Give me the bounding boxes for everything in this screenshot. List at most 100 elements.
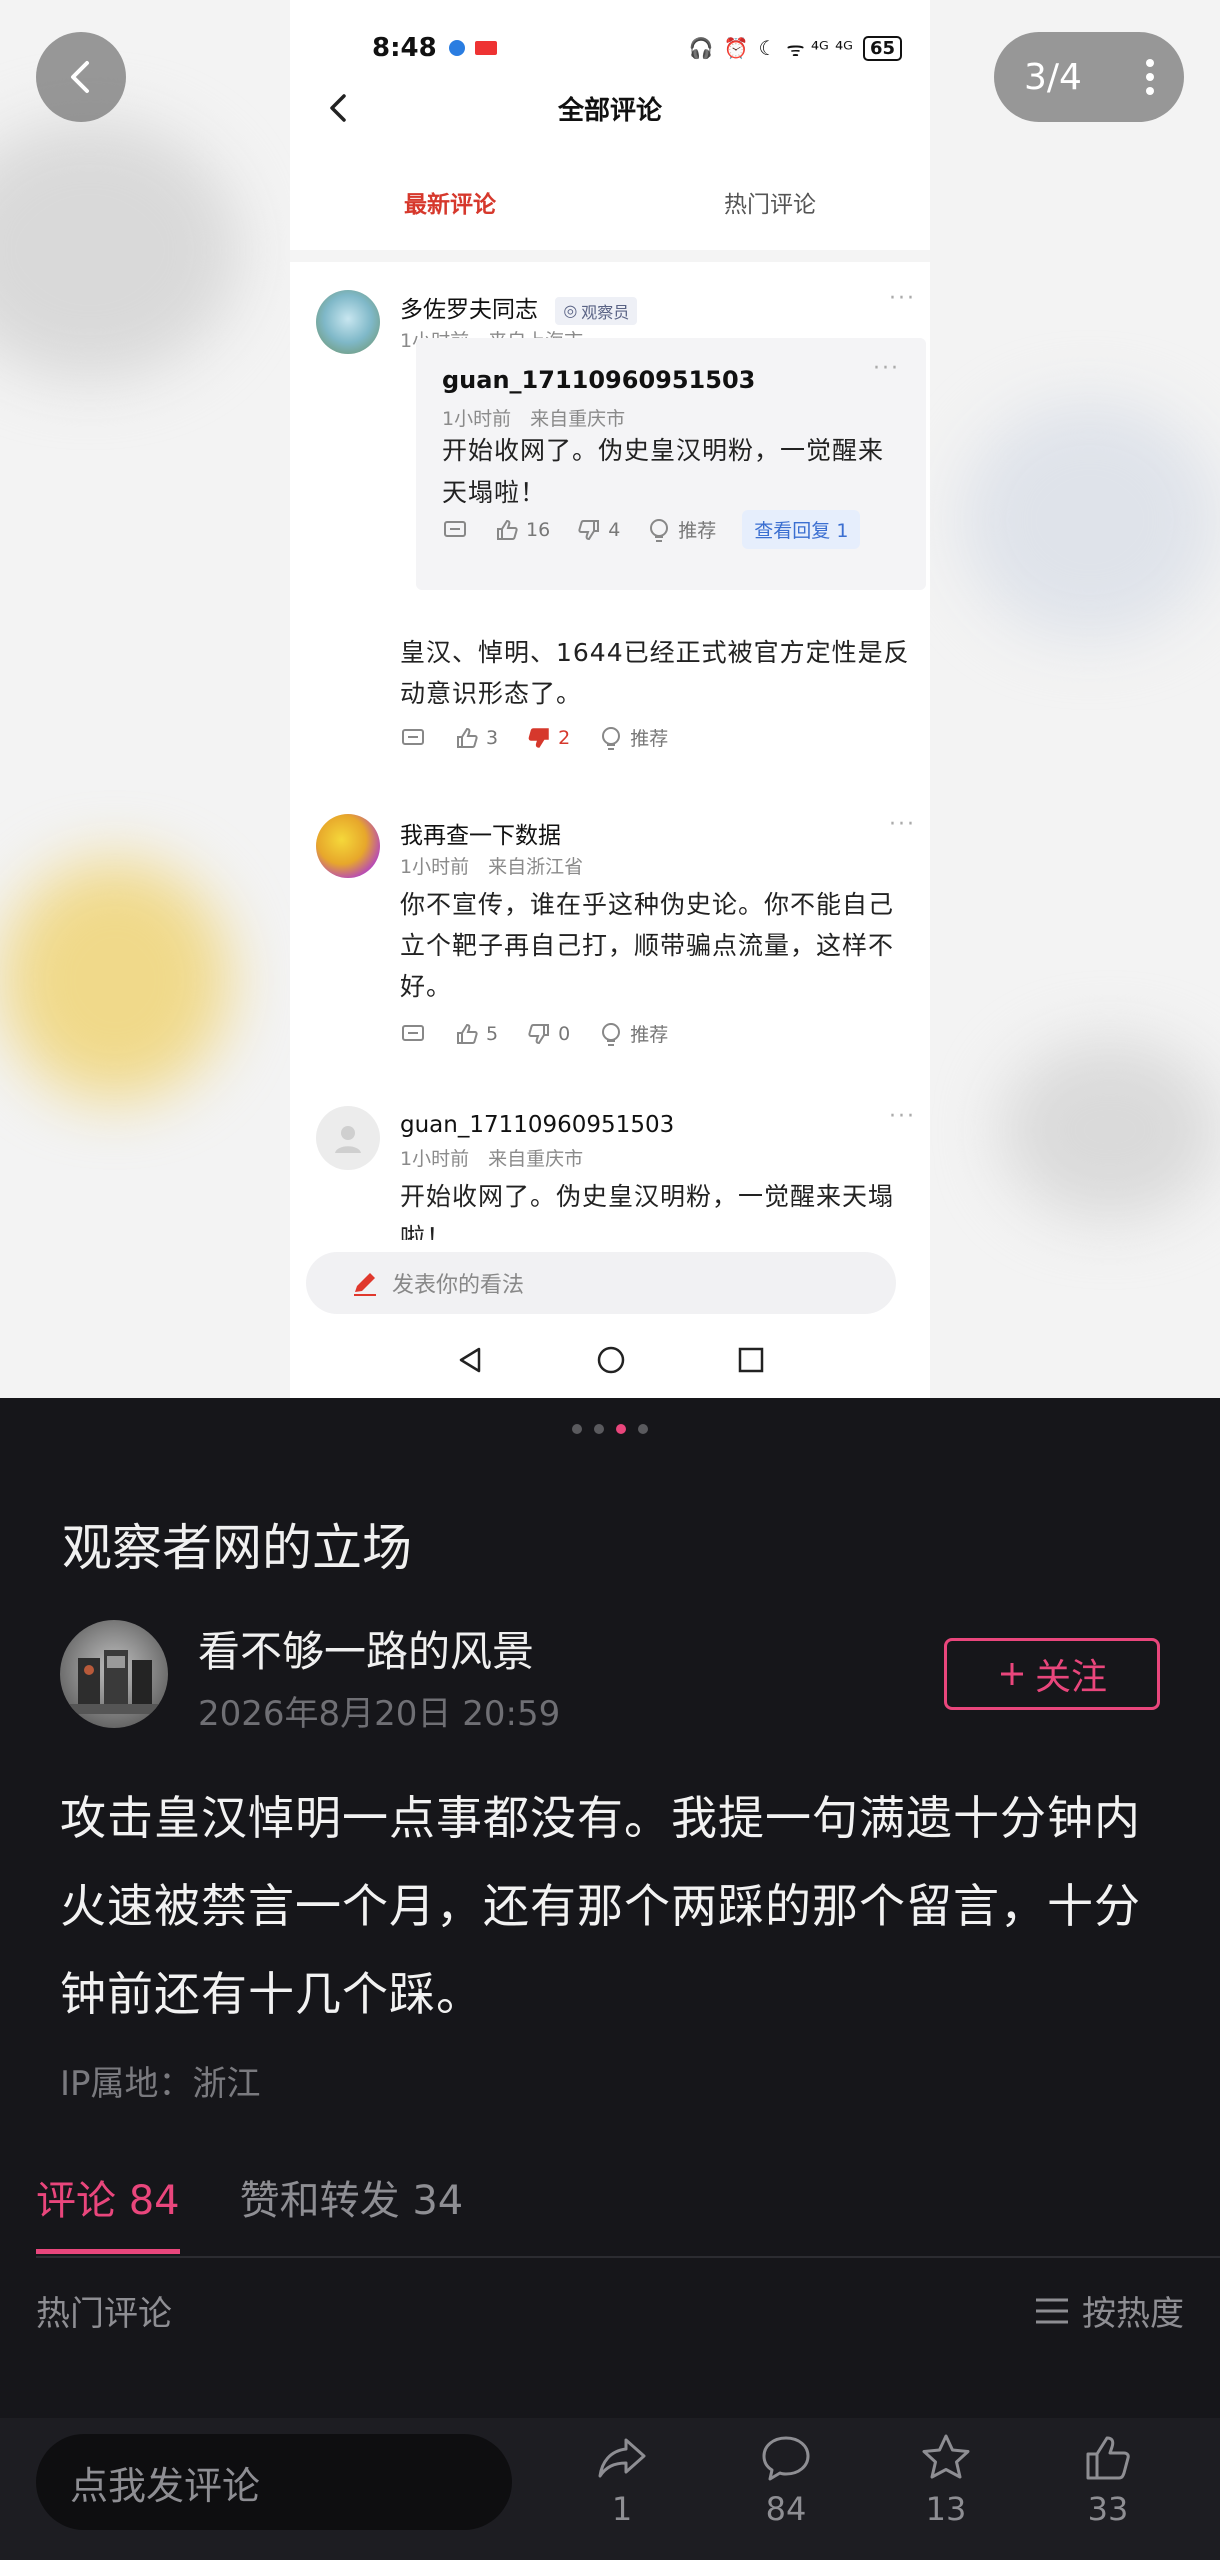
alarm-icon: ⏰ bbox=[723, 36, 749, 60]
comment-meta: 1小时前 来自浙江省 bbox=[400, 856, 584, 878]
like-button[interactable]: 33 bbox=[1058, 2430, 1158, 2528]
image-viewer[interactable]: 3/4 8:48 🎧 ⏰ ☾ ᯤ ⁴ᴳ ⁴ᴳ 65 全部评论 最新评论 热门评论 bbox=[0, 0, 1220, 1398]
carousel-dots bbox=[0, 1424, 1220, 1434]
reply-meta: 1小时前 来自重庆市 bbox=[442, 408, 626, 430]
thumbs-up-icon bbox=[457, 727, 478, 748]
reply-body: 开始收网了。伪史皇汉明粉，一觉醒来天塌啦！ bbox=[442, 436, 885, 507]
favorite-button[interactable]: 13 bbox=[896, 2430, 996, 2528]
sort-button[interactable]: 按热度 bbox=[1034, 2286, 1184, 2335]
phone-comment: guan_17110960951503 1小时前 来自重庆市 ··· 开始收网了… bbox=[316, 1104, 916, 1240]
thumbs-down-icon bbox=[578, 519, 600, 540]
phone-comment-input: 发表你的看法 bbox=[306, 1252, 896, 1314]
status-time: 8:48 bbox=[372, 33, 437, 63]
tab-likes-shares[interactable]: 赞和转发 34 bbox=[240, 2168, 464, 2226]
back-button[interactable] bbox=[36, 32, 126, 122]
pencil-icon bbox=[354, 1273, 376, 1296]
recommend-text: 推荐 bbox=[678, 520, 717, 542]
comment-icon bbox=[442, 517, 468, 543]
reply-author: guan_17110960951503 bbox=[442, 366, 756, 394]
comment-actions: 5 0 推荐 bbox=[400, 1020, 668, 1047]
recommend: 推荐 bbox=[646, 516, 716, 543]
divider bbox=[36, 2256, 1220, 2258]
follow-button[interactable]: 关注 bbox=[944, 1638, 1160, 1710]
author-avatar[interactable] bbox=[60, 1620, 168, 1728]
badge-icon: ◎ bbox=[563, 301, 578, 320]
battery-icon: 65 bbox=[862, 35, 902, 61]
user-icon bbox=[335, 1126, 361, 1153]
view-replies-link: 查看回复 1 bbox=[742, 510, 861, 549]
carousel-dot bbox=[572, 1424, 582, 1434]
badge-label: 观察员 bbox=[581, 302, 630, 322]
blurred-background bbox=[1000, 1040, 1220, 1220]
comment-input[interactable]: 点我发评论 bbox=[36, 2434, 512, 2530]
comment-body: 开始收网了。伪史皇汉明粉，一觉醒来天塌啦！ bbox=[400, 1182, 895, 1240]
observer-badge: ◎ 观察员 bbox=[555, 296, 638, 325]
shield-icon bbox=[448, 40, 465, 56]
like-count-text: 5 bbox=[486, 1022, 499, 1045]
recommend: 推荐 bbox=[598, 1020, 668, 1047]
recommend-text: 推荐 bbox=[630, 728, 669, 750]
dislike-count-text: 0 bbox=[558, 1022, 571, 1045]
carousel-dot-active bbox=[616, 1424, 626, 1434]
thumbs-down-filled-icon bbox=[528, 727, 549, 748]
bottom-action-bar: 点我发评论 1 84 13 33 bbox=[0, 2418, 1220, 2560]
menu-icon bbox=[1036, 2298, 1068, 2323]
phone-nav-bar: 全部评论 bbox=[290, 92, 930, 126]
author-name[interactable]: 看不够一路的风景 bbox=[198, 1618, 534, 1679]
headphone-icon: 🎧 bbox=[688, 36, 714, 60]
dislike-count: 4 bbox=[576, 517, 620, 543]
more-vertical-icon[interactable] bbox=[1146, 59, 1154, 95]
chevron-left-icon bbox=[330, 94, 346, 122]
sort-label: 按热度 bbox=[1082, 2294, 1184, 2334]
share-button[interactable]: 1 bbox=[572, 2430, 672, 2528]
bulb-icon bbox=[650, 518, 669, 542]
phone-status-bar: 8:48 🎧 ⏰ ☾ ᯤ ⁴ᴳ ⁴ᴳ 65 bbox=[290, 0, 930, 96]
share-count: 1 bbox=[611, 2490, 633, 2528]
thumbs-up-icon bbox=[457, 1023, 478, 1044]
commenter-name: guan_17110960951503 bbox=[400, 1112, 675, 1138]
blurred-background bbox=[0, 860, 230, 1100]
comment-button[interactable]: 84 bbox=[736, 2430, 836, 2528]
like-count-text: 16 bbox=[526, 518, 551, 541]
thumbs-up-icon bbox=[1086, 2436, 1130, 2480]
commenter-name: 多佐罗夫同志 ◎ 观察员 bbox=[400, 290, 638, 325]
dislike-count: 2 bbox=[526, 725, 570, 751]
phone-comment-tabs: 最新评论 热门评论 bbox=[290, 154, 930, 250]
avatar bbox=[316, 290, 380, 354]
blurred-background bbox=[0, 120, 240, 380]
moon-icon: ☾ bbox=[758, 36, 777, 60]
post-tabs: 评论 84 赞和转发 34 bbox=[36, 2168, 464, 2254]
phone-system-nav bbox=[290, 1322, 930, 1398]
more-icon: ··· bbox=[889, 812, 916, 837]
comment-body: 你不宣传，谁在乎这种伪史论。你不能自己立个靶子再自己打，顺带骗点流量，这样不好。 bbox=[400, 890, 895, 1001]
screenshot-image: 8:48 🎧 ⏰ ☾ ᯤ ⁴ᴳ ⁴ᴳ 65 全部评论 最新评论 热门评论 多佐罗… bbox=[290, 0, 930, 1398]
commenter-name-text: 多佐罗夫同志 bbox=[400, 297, 538, 323]
thumbs-up-icon bbox=[497, 519, 518, 540]
star-icon bbox=[922, 2434, 970, 2479]
divider bbox=[290, 250, 930, 262]
like-count: 33 bbox=[1087, 2490, 1129, 2528]
bulb-icon bbox=[602, 726, 621, 750]
page-indicator-menu[interactable]: 3/4 bbox=[994, 32, 1184, 122]
like-count: 3 bbox=[454, 725, 498, 751]
phone-nav-title: 全部评论 bbox=[557, 95, 662, 126]
plus-icon bbox=[1000, 1663, 1023, 1685]
avatar bbox=[316, 814, 380, 878]
signal-icon: ᯤ ⁴ᴳ ⁴ᴳ bbox=[786, 36, 853, 61]
nav-home-icon bbox=[597, 1346, 625, 1374]
tab-comments[interactable]: 评论 84 bbox=[36, 2168, 180, 2254]
ip-location: IP属地：浙江 bbox=[60, 2064, 261, 2104]
dislike-count-text: 4 bbox=[608, 518, 621, 541]
quoted-reply: guan_17110960951503 ··· 1小时前 来自重庆市 开始收网了… bbox=[416, 338, 926, 590]
app-notification-icon bbox=[474, 41, 497, 55]
comment-body: 皇汉、悼明、1644已经正式被官方定性是反动意识形态了。 bbox=[400, 638, 910, 708]
hot-comments-label: 热门评论 bbox=[36, 2294, 172, 2334]
reply-actions: 16 4 推荐 查看回复 1 bbox=[442, 510, 861, 549]
bulb-icon bbox=[602, 1022, 621, 1046]
comment-count: 84 bbox=[765, 2490, 807, 2528]
phone-tab-latest: 最新评论 bbox=[404, 192, 496, 218]
comment-icon bbox=[400, 725, 426, 751]
more-icon: ··· bbox=[889, 1104, 916, 1129]
dislike-count: 0 bbox=[526, 1021, 570, 1047]
carousel-dot bbox=[638, 1424, 648, 1434]
